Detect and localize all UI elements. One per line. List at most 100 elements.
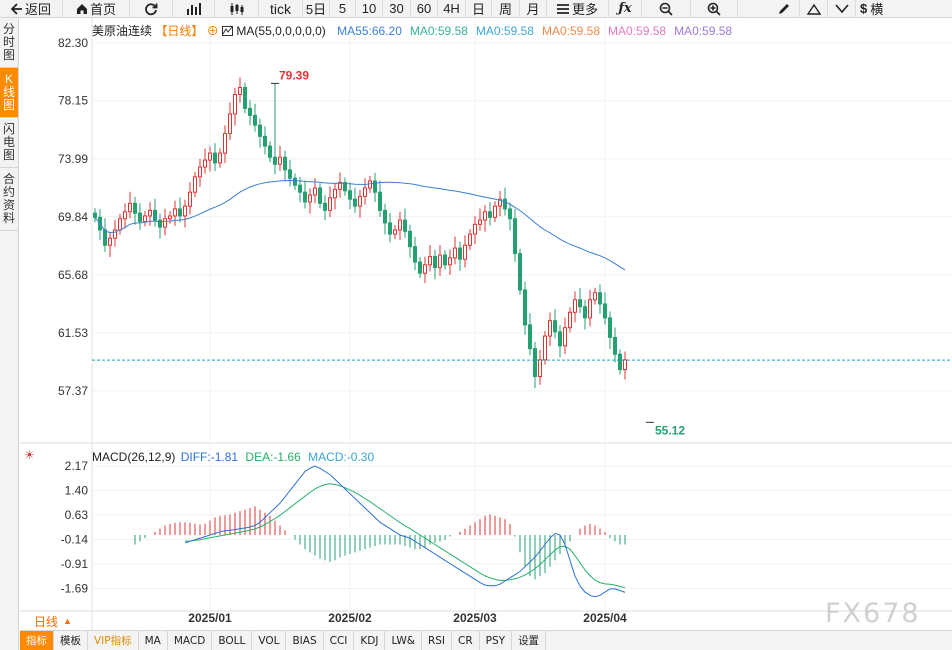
more-button[interactable]: 更多 <box>547 0 609 18</box>
period-month[interactable]: 月 <box>520 0 547 18</box>
expand-button[interactable] <box>828 0 856 18</box>
tab-12[interactable]: CR <box>452 631 480 650</box>
formula-button[interactable]: ƒx <box>609 0 642 18</box>
period-5min[interactable]: 5 <box>330 0 356 18</box>
candle-body <box>193 176 197 193</box>
tab-11[interactable]: RSI <box>422 631 452 650</box>
period-60min[interactable]: 60 <box>411 0 438 18</box>
tab-10[interactable]: LW& <box>385 631 422 650</box>
period-5day[interactable]: 5日 <box>303 0 330 18</box>
candle-body <box>488 211 492 218</box>
indicator-tabs: 指标 模板 VIP指标 MA MACD BOLL VOL BIAS CCI KDJ LW& RSI CR… <box>20 630 952 650</box>
candle-body <box>528 324 532 350</box>
tab-7[interactable]: BIAS <box>286 631 324 650</box>
period-10min[interactable]: 10 <box>356 0 383 18</box>
time-tick-label: 2025/03 <box>453 611 497 625</box>
candle-body <box>413 246 417 263</box>
sun-icon: ☀ <box>24 448 35 462</box>
candle-body <box>138 212 142 223</box>
draw-button[interactable] <box>768 0 800 18</box>
tab-2[interactable]: VIP指标 <box>88 631 139 650</box>
refresh-button[interactable] <box>130 0 173 18</box>
period-label: 5日 <box>305 2 327 17</box>
period-day[interactable]: 日 <box>466 0 492 18</box>
candle-body <box>483 211 487 221</box>
candle-body <box>213 152 217 164</box>
candle-body <box>203 159 207 168</box>
candle-body <box>478 219 482 225</box>
sidebar-item-timeshare[interactable]: 分时图 <box>0 18 18 68</box>
candle-body <box>208 152 212 161</box>
candle-body <box>543 335 547 361</box>
zoom-in-button[interactable] <box>691 0 738 18</box>
period-4h[interactable]: 4H <box>438 0 466 18</box>
candle-body <box>388 222 392 235</box>
period-label: 30 <box>389 1 404 16</box>
period-label: 周 <box>498 2 512 17</box>
time-tick-label: 2025/01 <box>188 611 232 625</box>
view-sidebar: 分时图 K线图 闪电图 合约资料 <box>0 18 19 650</box>
tab-1[interactable]: 模板 <box>54 631 88 650</box>
period-week[interactable]: 周 <box>492 0 520 18</box>
price-tick-label: 69.84 <box>58 210 88 224</box>
tick-button[interactable]: tick <box>259 0 303 18</box>
chart-type-button[interactable] <box>173 0 215 18</box>
candle-body <box>518 253 522 291</box>
chart-area[interactable]: 82.30 78.15 73.99 69.84 65.68 61.53 57.37 2.17 1… <box>20 18 952 630</box>
toolbar: 返回 首页 tick 5日 5 10 30 60 4H 日 周 月 更多 ƒx <box>0 0 952 18</box>
time-tick-label: 2025/04 <box>583 611 627 625</box>
candlestick-button[interactable] <box>215 0 259 18</box>
settings-icon[interactable]: ⊕ <box>207 24 219 38</box>
collapse-button[interactable] <box>800 0 828 18</box>
candle-body <box>253 114 257 126</box>
candle-body <box>108 237 112 246</box>
candle-body <box>368 180 372 189</box>
candle-body <box>553 320 557 333</box>
sidebar-item-flash[interactable]: 闪电图 <box>0 118 18 168</box>
candle-body <box>598 292 602 305</box>
tab-14[interactable]: 设置 <box>512 631 547 650</box>
candle-body <box>398 219 402 231</box>
tab-13[interactable]: PSY <box>480 631 513 650</box>
price-tick-label: 78.15 <box>58 94 88 108</box>
candle-body <box>283 156 287 171</box>
candle-body <box>393 229 397 235</box>
tab-0[interactable]: 指标 <box>20 631 54 650</box>
tab-3[interactable]: MA <box>139 631 168 650</box>
candle-body <box>448 257 452 266</box>
tick-label: tick <box>270 0 291 17</box>
period-label: 10 <box>361 1 377 16</box>
pencil-icon <box>778 3 789 14</box>
candle-body <box>438 254 442 269</box>
period-30min[interactable]: 30 <box>383 0 411 18</box>
landscape-button[interactable]: $ 横 <box>856 0 887 18</box>
candle-body <box>473 223 477 235</box>
candle-body <box>508 208 512 220</box>
kline-chart[interactable]: 82.30 78.15 73.99 69.84 65.68 61.53 57.37 2.17 1… <box>20 18 952 630</box>
tab-9[interactable]: KDJ <box>354 631 386 650</box>
formula-icon: ƒx <box>618 1 632 16</box>
back-button[interactable]: 返回 <box>0 0 63 18</box>
candle-body <box>538 359 542 378</box>
zoom-out-button[interactable] <box>642 0 691 18</box>
period-selector[interactable]: 日线 ▲ <box>20 612 88 630</box>
dollar-icon: $ <box>860 1 868 16</box>
candle-body <box>168 215 172 220</box>
tab-8[interactable]: CCI <box>324 631 355 650</box>
candle-body <box>263 135 267 147</box>
candle-body <box>288 169 292 179</box>
candle-body <box>423 264 427 274</box>
home-button[interactable]: 首页 <box>63 0 130 18</box>
candle-body <box>608 317 612 338</box>
ma-legend-item: MA0:59.58 <box>475 24 534 38</box>
tab-5[interactable]: BOLL <box>212 631 253 650</box>
sidebar-item-contract-info[interactable]: 合约资料 <box>0 168 18 231</box>
diff-value: DIFF:-1.81 <box>180 450 239 464</box>
tab-6[interactable]: VOL <box>252 631 287 650</box>
candle-body <box>548 320 552 337</box>
tab-4[interactable]: MACD <box>168 631 213 650</box>
sidebar-item-kline[interactable]: K线图 <box>0 68 18 118</box>
candle-body <box>298 184 302 193</box>
candle-body <box>293 177 297 186</box>
